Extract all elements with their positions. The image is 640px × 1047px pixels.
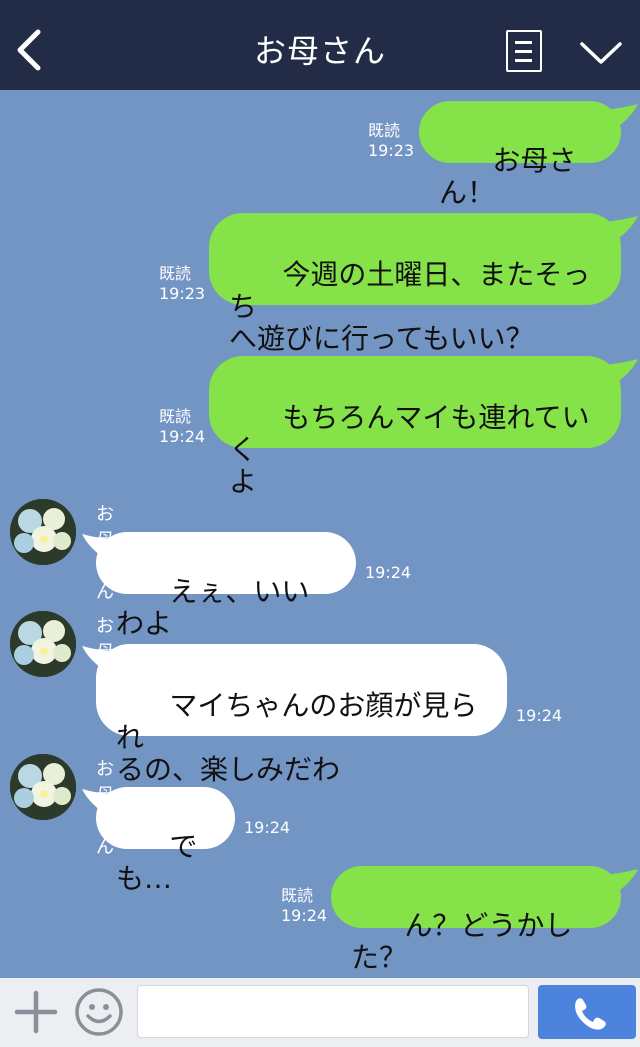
message-bubble[interactable]: 今週の土曜日、またそっち へ遊びに行ってもいい？: [209, 213, 621, 355]
bubble-tail: [604, 216, 638, 244]
read-label: 既読: [159, 264, 192, 283]
bubble-tail: [604, 359, 638, 387]
message-input[interactable]: [137, 985, 529, 1038]
bubble-tail: [604, 869, 638, 897]
message-time: 19:24: [244, 818, 291, 837]
flower-avatar-icon: [10, 611, 76, 677]
menu-button[interactable]: [506, 30, 542, 72]
message-text: お母さん！: [439, 144, 577, 209]
avatar[interactable]: [10, 754, 76, 820]
menu-list-icon-line: [515, 50, 532, 53]
message-text: もちろんマイも連れていく よ: [229, 401, 590, 498]
message-bubble[interactable]: もちろんマイも連れていく よ: [209, 356, 621, 498]
avatar[interactable]: [10, 611, 76, 677]
read-status: 既読 19:23: [159, 264, 205, 304]
message-time: 19:23: [368, 141, 415, 160]
read-status: 既読 19:23: [368, 121, 414, 161]
message-text: えぇ、いいわよ: [116, 575, 310, 640]
message-time: 19:23: [159, 284, 206, 303]
flower-avatar-icon: [10, 499, 76, 565]
plus-icon: [14, 990, 58, 1034]
read-label: 既読: [368, 121, 401, 140]
message-bubble[interactable]: マイちゃんのお顔が見られ るの、楽しみだわ: [96, 644, 507, 786]
message-bubble[interactable]: お母さん！: [419, 101, 621, 209]
message-text: 今週の土曜日、またそっち へ遊びに行ってもいい？: [229, 258, 591, 355]
collapse-button[interactable]: [578, 36, 624, 68]
avatar[interactable]: [10, 499, 76, 565]
emoji-button[interactable]: [74, 987, 124, 1037]
message-time: 19:24: [281, 906, 328, 925]
message-time: 19:24: [516, 706, 563, 725]
smiley-icon: [75, 988, 123, 1036]
phone-icon: [575, 998, 606, 1030]
read-label: 既読: [281, 886, 314, 905]
message-time: 19:24: [159, 427, 206, 446]
read-label: 既読: [159, 407, 192, 426]
message-text: ん？どうかした？: [351, 909, 573, 974]
flower-avatar-icon: [10, 754, 76, 820]
message-time: 19:24: [365, 563, 412, 582]
bubble-tail: [604, 104, 638, 132]
chat-title: お母さん: [253, 32, 386, 70]
message-bubble[interactable]: えぇ、いいわよ: [96, 532, 356, 640]
menu-list-icon-line: [515, 59, 532, 62]
read-status: 既読 19:24: [159, 407, 205, 447]
call-button[interactable]: [538, 985, 636, 1039]
message-bubble[interactable]: でも…: [96, 787, 235, 895]
message-text: でも…: [116, 830, 198, 895]
chat-header: お母さん: [0, 0, 640, 90]
menu-list-icon: [515, 41, 532, 44]
message-text: マイちゃんのお顔が見られ るの、楽しみだわ: [116, 689, 478, 786]
chevron-down-icon: [580, 42, 622, 64]
read-status: 既読 19:24: [281, 886, 327, 926]
add-attachment-button[interactable]: [14, 990, 58, 1034]
chat-area[interactable]: 既読 19:23 お母さん！ 既読 19:23 今週の土曜日、またそっち へ遊び…: [0, 90, 640, 978]
message-bubble[interactable]: ん？どうかした？: [331, 866, 621, 974]
